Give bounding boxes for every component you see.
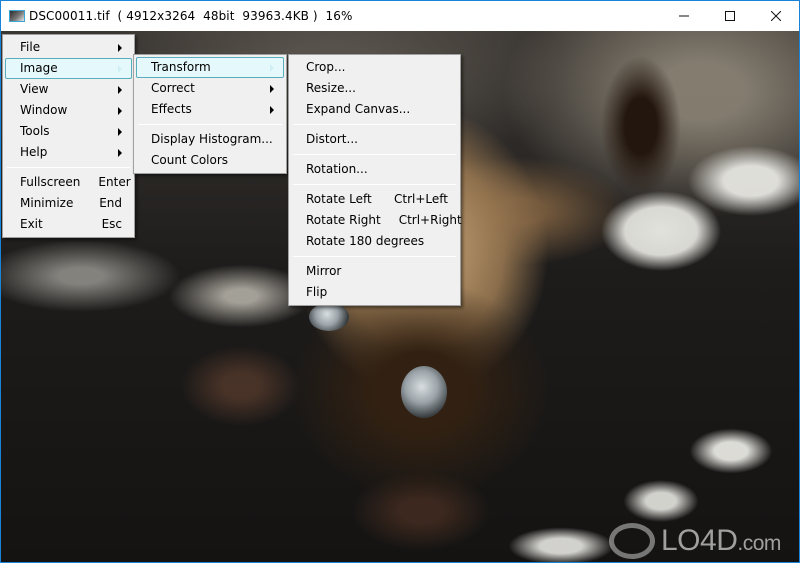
menu-item-resize[interactable]: Resize...	[291, 78, 458, 99]
menu-item-label: Display Histogram...	[151, 132, 273, 146]
watermark-brand: LO4D	[661, 524, 738, 557]
submenu-arrow-icon	[270, 105, 274, 114]
close-button[interactable]	[753, 1, 799, 31]
menu-separator	[7, 167, 130, 168]
menu-item-rotate-right[interactable]: Rotate Right Ctrl+Right	[291, 210, 462, 231]
minimize-button[interactable]	[661, 1, 707, 31]
menu-item-label: Effects	[151, 102, 192, 116]
menu-item-exit[interactable]: Exit Esc	[5, 214, 132, 235]
menu-item-label: Distort...	[306, 132, 358, 146]
submenu-arrow-icon	[118, 85, 122, 94]
window-title: DSC00011.tif ( 4912x3264 48bit 93963.4KB…	[29, 9, 353, 23]
menu-item-rotate-left[interactable]: Rotate Left Ctrl+Left	[291, 189, 458, 210]
menu-item-window[interactable]: Window	[5, 100, 132, 121]
watermark-suffix: .com	[737, 532, 781, 555]
menu-item-transform[interactable]: Transform	[136, 57, 284, 78]
menu-item-label: Rotate 180 degrees	[306, 234, 425, 248]
menu-item-mirror[interactable]: Mirror	[291, 261, 458, 282]
cat-eye	[309, 303, 349, 331]
menu-item-label: Expand Canvas...	[306, 102, 411, 116]
close-icon	[771, 11, 781, 21]
menu-item-label: Minimize	[20, 196, 74, 210]
menu-item-label: Rotate Right	[306, 213, 381, 227]
menu-item-label: Tools	[20, 124, 50, 138]
menu-item-fullscreen[interactable]: Fullscreen Enter	[5, 172, 132, 193]
submenu-arrow-icon	[118, 43, 122, 52]
menu-item-label: Flip	[306, 285, 328, 299]
menu-item-shortcut: Esc	[101, 217, 122, 231]
menu-item-label: Crop...	[306, 60, 346, 74]
menu-item-label: Fullscreen	[20, 175, 81, 189]
minimize-icon	[679, 15, 689, 17]
submenu-arrow-icon	[118, 148, 122, 157]
lo4d-logo-icon	[609, 523, 655, 559]
main-context-menu: File Image View Window Tools Help Fullsc…	[2, 34, 135, 238]
menu-item-flip[interactable]: Flip	[291, 282, 458, 303]
image-file-icon	[9, 10, 25, 22]
caption-buttons	[661, 1, 799, 31]
menu-item-help[interactable]: Help	[5, 142, 132, 163]
menu-item-file[interactable]: File	[5, 37, 132, 58]
menu-separator	[138, 124, 282, 125]
menu-item-minimize[interactable]: Minimize End	[5, 193, 132, 214]
menu-item-label: Image	[20, 61, 58, 75]
menu-item-rotate-180[interactable]: Rotate 180 degrees	[291, 231, 458, 252]
menu-item-effects[interactable]: Effects	[136, 99, 284, 120]
menu-item-tools[interactable]: Tools	[5, 121, 132, 142]
watermark: LO4D.com	[609, 523, 781, 559]
submenu-arrow-icon	[118, 127, 122, 136]
menu-item-crop[interactable]: Crop...	[291, 57, 458, 78]
menu-separator	[293, 124, 456, 125]
submenu-arrow-icon	[118, 64, 122, 73]
submenu-arrow-icon	[270, 63, 274, 72]
menu-item-label: View	[20, 82, 49, 96]
menu-item-distort[interactable]: Distort...	[291, 129, 458, 150]
menu-item-expand-canvas[interactable]: Expand Canvas...	[291, 99, 458, 120]
transform-submenu: Crop... Resize... Expand Canvas... Disto…	[288, 54, 462, 306]
image-submenu: Transform Correct Effects Display Histog…	[133, 54, 287, 174]
menu-item-count-colors[interactable]: Count Colors	[136, 150, 284, 171]
cat-eye	[401, 366, 447, 418]
maximize-icon	[725, 11, 735, 21]
menu-item-label: Rotate Left	[306, 192, 372, 206]
menu-item-label: Exit	[20, 217, 43, 231]
menu-item-label: Count Colors	[151, 153, 229, 167]
menu-item-shortcut: Enter	[98, 175, 131, 189]
menu-item-label: Rotation...	[306, 162, 368, 176]
menu-item-correct[interactable]: Correct	[136, 78, 284, 99]
menu-separator	[293, 184, 456, 185]
menu-item-label: Window	[20, 103, 68, 117]
app-window: DSC00011.tif ( 4912x3264 48bit 93963.4KB…	[0, 0, 800, 563]
menu-item-display-histogram[interactable]: Display Histogram...	[136, 129, 284, 150]
maximize-button[interactable]	[707, 1, 753, 31]
menu-separator	[293, 154, 456, 155]
menu-item-label: Correct	[151, 81, 195, 95]
menu-item-rotation[interactable]: Rotation...	[291, 159, 458, 180]
menu-item-label: Resize...	[306, 81, 356, 95]
menu-item-label: Transform	[151, 60, 211, 74]
submenu-arrow-icon	[118, 106, 122, 115]
menu-item-label: Mirror	[306, 264, 342, 278]
menu-item-view[interactable]: View	[5, 79, 132, 100]
menu-separator	[293, 256, 456, 257]
submenu-arrow-icon	[270, 84, 274, 93]
menu-item-shortcut: End	[99, 196, 122, 210]
title-bar[interactable]: DSC00011.tif ( 4912x3264 48bit 93963.4KB…	[1, 1, 799, 31]
menu-item-label: File	[20, 40, 41, 54]
menu-item-label: Help	[20, 145, 48, 159]
menu-item-image[interactable]: Image	[5, 58, 132, 79]
menu-item-shortcut: Ctrl+Right	[398, 213, 462, 227]
menu-item-shortcut: Ctrl+Left	[394, 192, 448, 206]
